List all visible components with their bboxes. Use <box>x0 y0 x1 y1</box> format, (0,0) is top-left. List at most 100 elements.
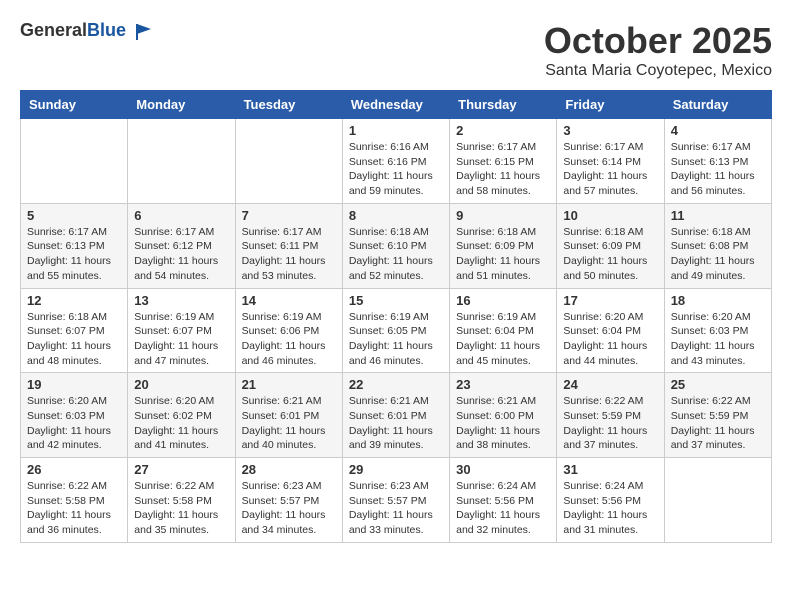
day-info: Sunrise: 6:22 AMSunset: 5:59 PMDaylight:… <box>563 394 657 453</box>
title-block: October 2025 Santa Maria Coyotepec, Mexi… <box>544 20 772 80</box>
logo-general: GeneralBlue <box>20 23 131 40</box>
logo: GeneralBlue <box>20 20 155 43</box>
weekday-header-sunday: Sunday <box>21 91 128 119</box>
day-number: 12 <box>27 293 121 308</box>
day-number: 3 <box>563 123 657 138</box>
calendar-cell: 25 Sunrise: 6:22 AMSunset: 5:59 PMDayligh… <box>664 373 771 458</box>
day-info: Sunrise: 6:23 AMSunset: 5:57 PMDaylight:… <box>349 479 443 538</box>
location-title: Santa Maria Coyotepec, Mexico <box>544 62 772 80</box>
calendar-cell: 23Sunrise: 6:21 AMSunset: 6:00 PMDayligh… <box>450 373 557 458</box>
day-info: Sunrise: 6:20 AMSunset: 6:03 PMDaylight:… <box>27 394 121 453</box>
day-info: Sunrise: 6:16 AMSunset: 6:16 PMDaylight:… <box>349 140 443 199</box>
day-number: 1 <box>349 123 443 138</box>
day-info: Sunrise: 6:17 AMSunset: 6:13 PMDaylight:… <box>671 140 765 199</box>
day-number: 19 <box>27 377 121 392</box>
day-info: Sunrise: 6:18 AMSunset: 6:09 PMDaylight:… <box>456 225 550 284</box>
day-info: Sunrise: 6:23 AMSunset: 5:57 PMDaylight:… <box>242 479 336 538</box>
calendar-cell: 4 Sunrise: 6:17 AMSunset: 6:13 PMDaylight… <box>664 119 771 204</box>
day-info: Sunrise: 6:21 AMSunset: 6:01 PMDaylight:… <box>349 394 443 453</box>
day-info: Sunrise: 6:17 AMSunset: 6:15 PMDaylight:… <box>456 140 550 199</box>
day-info: Sunrise: 6:18 AMSunset: 6:07 PMDaylight:… <box>27 310 121 369</box>
day-number: 15 <box>349 293 443 308</box>
day-info: Sunrise: 6:17 AMSunset: 6:11 PMDaylight:… <box>242 225 336 284</box>
day-number: 17 <box>563 293 657 308</box>
day-info: Sunrise: 6:20 AMSunset: 6:02 PMDaylight:… <box>134 394 228 453</box>
day-number: 14 <box>242 293 336 308</box>
calendar-cell: 3 Sunrise: 6:17 AMSunset: 6:14 PMDaylight… <box>557 119 664 204</box>
calendar-cell: 10Sunrise: 6:18 AMSunset: 6:09 PMDayligh… <box>557 203 664 288</box>
calendar-cell: 2 Sunrise: 6:17 AMSunset: 6:15 PMDaylight… <box>450 119 557 204</box>
weekday-header-monday: Monday <box>128 91 235 119</box>
calendar-cell: 27Sunrise: 6:22 AMSunset: 5:58 PMDayligh… <box>128 458 235 543</box>
calendar-cell: 11 Sunrise: 6:18 AMSunset: 6:08 PMDayligh… <box>664 203 771 288</box>
logo-text: GeneralBlue <box>20 20 155 43</box>
day-number: 26 <box>27 462 121 477</box>
day-number: 11 <box>671 208 765 223</box>
calendar-week-3: 12 Sunrise: 6:18 AMSunset: 6:07 PMDayligh… <box>21 288 772 373</box>
day-number: 8 <box>349 208 443 223</box>
weekday-header-saturday: Saturday <box>664 91 771 119</box>
day-number: 4 <box>671 123 765 138</box>
calendar-cell: 20Sunrise: 6:20 AMSunset: 6:02 PMDayligh… <box>128 373 235 458</box>
weekday-header-row: SundayMondayTuesdayWednesdayThursdayFrid… <box>21 91 772 119</box>
day-number: 24 <box>563 377 657 392</box>
calendar-cell: 24 Sunrise: 6:22 AMSunset: 5:59 PMDayligh… <box>557 373 664 458</box>
day-info: Sunrise: 6:18 AMSunset: 6:10 PMDaylight:… <box>349 225 443 284</box>
calendar-cell: 17 Sunrise: 6:20 AMSunset: 6:04 PMDayligh… <box>557 288 664 373</box>
day-number: 16 <box>456 293 550 308</box>
weekday-header-thursday: Thursday <box>450 91 557 119</box>
day-info: Sunrise: 6:17 AMSunset: 6:14 PMDaylight:… <box>563 140 657 199</box>
day-number: 21 <box>242 377 336 392</box>
calendar-week-2: 5 Sunrise: 6:17 AMSunset: 6:13 PMDaylight… <box>21 203 772 288</box>
calendar-cell: 19 Sunrise: 6:20 AMSunset: 6:03 PMDayligh… <box>21 373 128 458</box>
day-info: Sunrise: 6:21 AMSunset: 6:00 PMDaylight:… <box>456 394 550 453</box>
calendar-cell: 1 Sunrise: 6:16 AMSunset: 6:16 PMDaylight… <box>342 119 449 204</box>
day-number: 13 <box>134 293 228 308</box>
calendar-cell: 12 Sunrise: 6:18 AMSunset: 6:07 PMDayligh… <box>21 288 128 373</box>
day-info: Sunrise: 6:17 AMSunset: 6:13 PMDaylight:… <box>27 225 121 284</box>
day-info: Sunrise: 6:19 AMSunset: 6:06 PMDaylight:… <box>242 310 336 369</box>
weekday-header-friday: Friday <box>557 91 664 119</box>
day-number: 28 <box>242 462 336 477</box>
calendar-cell: 21Sunrise: 6:21 AMSunset: 6:01 PMDayligh… <box>235 373 342 458</box>
calendar-cell <box>128 119 235 204</box>
day-number: 29 <box>349 462 443 477</box>
day-number: 18 <box>671 293 765 308</box>
calendar-cell: 31Sunrise: 6:24 AMSunset: 5:56 PMDayligh… <box>557 458 664 543</box>
day-number: 25 <box>671 377 765 392</box>
calendar-cell: 7Sunrise: 6:17 AMSunset: 6:11 PMDaylight… <box>235 203 342 288</box>
day-number: 22 <box>349 377 443 392</box>
calendar-week-4: 19 Sunrise: 6:20 AMSunset: 6:03 PMDayligh… <box>21 373 772 458</box>
calendar-cell: 13 Sunrise: 6:19 AMSunset: 6:07 PMDayligh… <box>128 288 235 373</box>
calendar-cell <box>235 119 342 204</box>
day-info: Sunrise: 6:19 AMSunset: 6:05 PMDaylight:… <box>349 310 443 369</box>
day-number: 5 <box>27 208 121 223</box>
calendar-cell: 29 Sunrise: 6:23 AMSunset: 5:57 PMDayligh… <box>342 458 449 543</box>
day-number: 2 <box>456 123 550 138</box>
day-info: Sunrise: 6:20 AMSunset: 6:03 PMDaylight:… <box>671 310 765 369</box>
weekday-header-wednesday: Wednesday <box>342 91 449 119</box>
day-info: Sunrise: 6:17 AMSunset: 6:12 PMDaylight:… <box>134 225 228 284</box>
calendar-cell: 6Sunrise: 6:17 AMSunset: 6:12 PMDaylight… <box>128 203 235 288</box>
calendar-week-1: 1 Sunrise: 6:16 AMSunset: 6:16 PMDaylight… <box>21 119 772 204</box>
calendar-cell <box>664 458 771 543</box>
day-info: Sunrise: 6:22 AMSunset: 5:58 PMDaylight:… <box>134 479 228 538</box>
day-info: Sunrise: 6:18 AMSunset: 6:08 PMDaylight:… <box>671 225 765 284</box>
day-info: Sunrise: 6:19 AMSunset: 6:04 PMDaylight:… <box>456 310 550 369</box>
day-info: Sunrise: 6:19 AMSunset: 6:07 PMDaylight:… <box>134 310 228 369</box>
calendar-cell: 15 Sunrise: 6:19 AMSunset: 6:05 PMDayligh… <box>342 288 449 373</box>
day-info: Sunrise: 6:22 AMSunset: 5:58 PMDaylight:… <box>27 479 121 538</box>
calendar-cell: 9Sunrise: 6:18 AMSunset: 6:09 PMDaylight… <box>450 203 557 288</box>
calendar-cell <box>21 119 128 204</box>
calendar-cell: 14 Sunrise: 6:19 AMSunset: 6:06 PMDayligh… <box>235 288 342 373</box>
calendar-cell: 8 Sunrise: 6:18 AMSunset: 6:10 PMDaylight… <box>342 203 449 288</box>
day-number: 30 <box>456 462 550 477</box>
calendar-cell: 26 Sunrise: 6:22 AMSunset: 5:58 PMDayligh… <box>21 458 128 543</box>
calendar-week-5: 26 Sunrise: 6:22 AMSunset: 5:58 PMDayligh… <box>21 458 772 543</box>
calendar-table: SundayMondayTuesdayWednesdayThursdayFrid… <box>20 90 772 543</box>
day-number: 10 <box>563 208 657 223</box>
day-info: Sunrise: 6:20 AMSunset: 6:04 PMDaylight:… <box>563 310 657 369</box>
calendar-cell: 28 Sunrise: 6:23 AMSunset: 5:57 PMDayligh… <box>235 458 342 543</box>
day-info: Sunrise: 6:24 AMSunset: 5:56 PMDaylight:… <box>563 479 657 538</box>
day-info: Sunrise: 6:22 AMSunset: 5:59 PMDaylight:… <box>671 394 765 453</box>
